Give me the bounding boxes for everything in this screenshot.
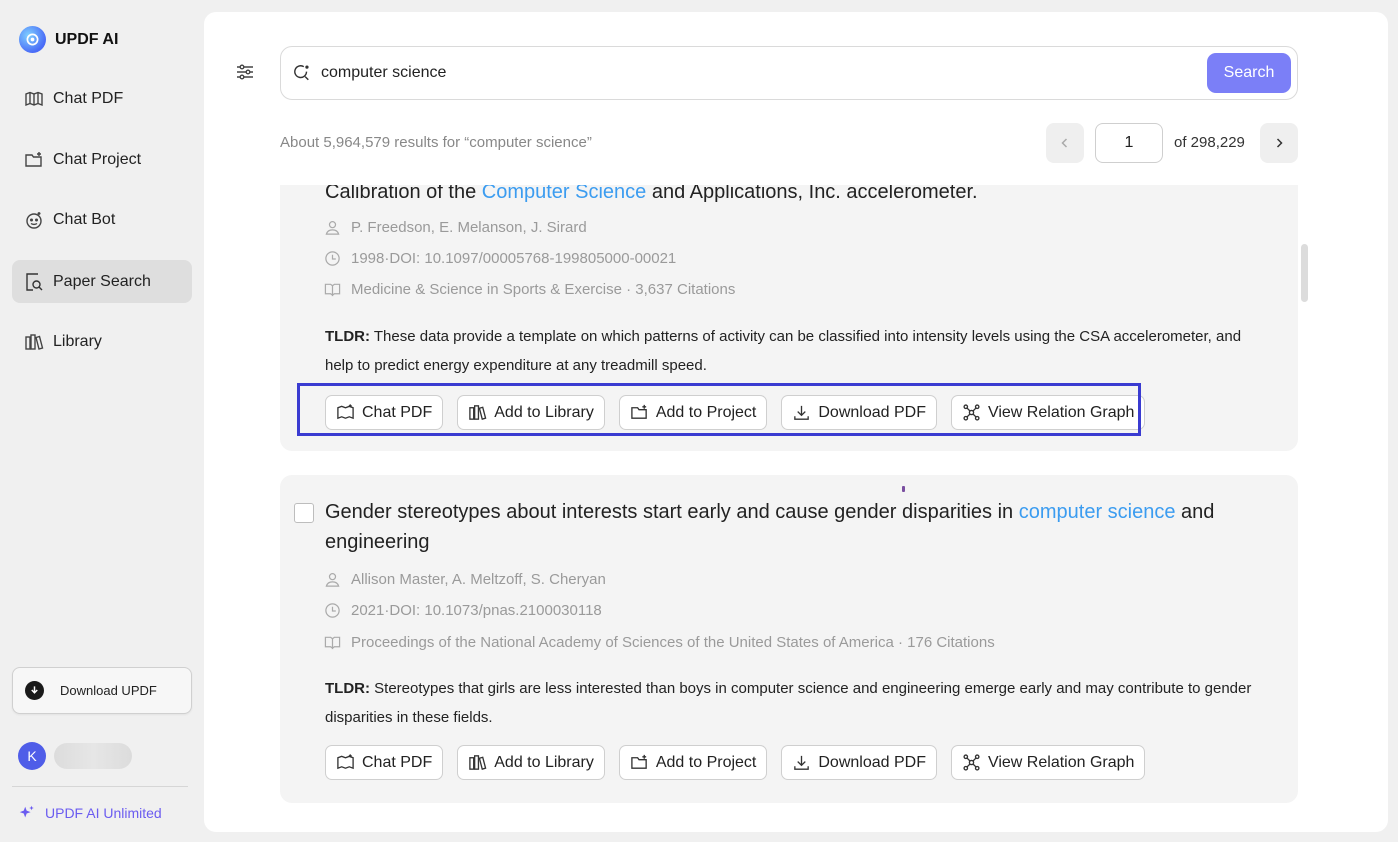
prev-page-button[interactable] bbox=[1046, 123, 1084, 163]
title-text: and Applications, Inc. accelerometer. bbox=[646, 185, 978, 203]
paper-actions: Chat PDF Add to Library Add to Project D… bbox=[325, 745, 1146, 780]
sidebar-item-label: Paper Search bbox=[53, 272, 151, 290]
paper-venue: Medicine & Science in Sports & Exercise … bbox=[324, 281, 735, 298]
download-icon bbox=[25, 681, 44, 700]
button-label: Download PDF bbox=[818, 753, 926, 771]
sidebar-item-label: Chat PDF bbox=[53, 89, 124, 107]
page-number-input[interactable] bbox=[1095, 123, 1163, 163]
results-list[interactable]: Calibration of the Computer Science and … bbox=[204, 185, 1388, 832]
search-icon bbox=[294, 65, 309, 81]
book-open-icon bbox=[337, 754, 354, 770]
button-label: View Relation Graph bbox=[987, 753, 1135, 771]
button-label: Chat PDF bbox=[362, 753, 433, 771]
results-summary: About 5,964,579 results for “computer sc… bbox=[280, 134, 592, 151]
app-name: UPDF AI bbox=[55, 30, 119, 48]
doi-text: 2021·DOI: 10.1073/pnas.2100030118 bbox=[351, 602, 602, 619]
paper-card: Gender stereotypes about interests start… bbox=[280, 475, 1298, 803]
sidebar-item-chat-pdf[interactable]: Chat PDF bbox=[12, 77, 192, 120]
button-label: Add to Library bbox=[494, 753, 594, 771]
divider bbox=[12, 786, 188, 787]
tldr-text: These data provide a template on which p… bbox=[325, 328, 1242, 374]
chevron-left-icon bbox=[1061, 138, 1068, 148]
paper-authors: Allison Master, A. Meltzoff, S. Cheryan bbox=[324, 571, 606, 588]
library-icon bbox=[25, 333, 44, 350]
venue-text: Proceedings of the National Academy of S… bbox=[351, 634, 995, 651]
search-input[interactable] bbox=[321, 64, 1191, 82]
tldr-label: TLDR: bbox=[325, 680, 370, 697]
chevron-right-icon bbox=[1276, 138, 1283, 148]
paper-venue: Proceedings of the National Academy of S… bbox=[324, 634, 995, 651]
book-open-icon bbox=[25, 91, 43, 106]
person-icon bbox=[325, 221, 340, 235]
sidebar-item-chat-project[interactable]: Chat Project bbox=[12, 138, 192, 181]
sidebar-item-library[interactable]: Library bbox=[12, 320, 192, 363]
download-icon bbox=[794, 755, 810, 770]
download-pdf-button[interactable]: Download PDF bbox=[781, 745, 937, 780]
sidebar-item-paper-search[interactable]: Paper Search bbox=[12, 260, 192, 303]
tldr-text: Stereotypes that girls are less interest… bbox=[325, 680, 1252, 726]
user-profile[interactable]: K bbox=[18, 742, 132, 770]
download-updf-button[interactable]: Download UPDF bbox=[12, 667, 192, 714]
scrollbar-thumb[interactable] bbox=[1301, 244, 1308, 302]
chat-pdf-button[interactable]: Chat PDF bbox=[325, 745, 444, 780]
paper-title[interactable]: Gender stereotypes about interests start… bbox=[325, 497, 1235, 557]
paper-title[interactable]: Calibration of the Computer Science and … bbox=[325, 185, 1245, 207]
tldr-label: TLDR: bbox=[325, 328, 370, 345]
paper-date-doi: 1998·DOI: 10.1097/00005768-199805000-000… bbox=[324, 250, 676, 267]
brand[interactable]: UPDF AI bbox=[19, 26, 118, 53]
total-pages: of 298,229 bbox=[1174, 134, 1245, 151]
paper-tldr: TLDR: These data provide a template on w… bbox=[325, 322, 1260, 380]
sidebar-item-label: Chat Project bbox=[53, 150, 142, 168]
title-text: Calibration of the bbox=[325, 185, 482, 203]
doc-search-icon bbox=[26, 272, 43, 291]
filter-settings-icon[interactable] bbox=[235, 62, 255, 82]
bot-icon bbox=[26, 211, 42, 229]
folder-plus-icon bbox=[25, 151, 42, 167]
main-panel: Search About 5,964,579 results for “comp… bbox=[204, 12, 1388, 832]
view-relation-graph-button[interactable]: View Relation Graph bbox=[950, 745, 1146, 780]
next-page-button[interactable] bbox=[1260, 123, 1298, 163]
venue-text: Medicine & Science in Sports & Exercise … bbox=[351, 281, 736, 298]
book-icon bbox=[324, 283, 341, 297]
add-to-library-button[interactable]: Add to Library bbox=[457, 745, 605, 780]
upgrade-label: UPDF AI Unlimited bbox=[45, 805, 162, 821]
search-bar: Search bbox=[280, 46, 1298, 100]
download-label: Download UPDF bbox=[60, 683, 157, 698]
search-button[interactable]: Search bbox=[1207, 53, 1291, 93]
select-paper-checkbox[interactable] bbox=[294, 503, 314, 523]
upgrade-link[interactable]: UPDF AI Unlimited bbox=[18, 804, 162, 822]
paper-date-doi: 2021·DOI: 10.1073/pnas.2100030118 bbox=[324, 602, 602, 619]
highlight-box bbox=[297, 383, 1141, 436]
button-label: Add to Project bbox=[655, 753, 757, 771]
library-icon bbox=[469, 755, 487, 770]
folder-plus-icon bbox=[631, 754, 647, 769]
sidebar: UPDF AI Chat PDF Chat Project Chat Bot P… bbox=[0, 0, 204, 842]
add-to-project-button[interactable]: Add to Project bbox=[618, 745, 768, 780]
updf-logo-icon bbox=[19, 26, 46, 53]
doi-text: 1998·DOI: 10.1097/00005768-199805000-000… bbox=[351, 250, 677, 267]
sidebar-item-label: Library bbox=[53, 332, 102, 350]
avatar: K bbox=[18, 742, 46, 770]
paper-tldr: TLDR: Stereotypes that girls are less in… bbox=[325, 674, 1260, 732]
graph-nodes-icon bbox=[963, 754, 980, 771]
sidebar-item-label: Chat Bot bbox=[53, 210, 116, 228]
authors-text: P. Freedson, E. Melanson, J. Sirard bbox=[351, 219, 587, 236]
book-icon bbox=[324, 636, 341, 650]
authors-text: Allison Master, A. Meltzoff, S. Cheryan bbox=[351, 571, 606, 588]
paper-authors: P. Freedson, E. Melanson, J. Sirard bbox=[324, 219, 587, 236]
title-text: Gender stereotypes about interests start… bbox=[325, 501, 1019, 523]
mouse-cursor bbox=[902, 486, 905, 492]
sparkle-icon bbox=[19, 805, 34, 818]
title-highlight: computer science bbox=[1018, 501, 1176, 523]
sidebar-item-chat-bot[interactable]: Chat Bot bbox=[12, 198, 192, 241]
person-icon bbox=[325, 573, 340, 587]
title-highlight: Computer Science bbox=[481, 185, 647, 203]
clock-icon bbox=[325, 603, 340, 618]
clock-icon bbox=[325, 251, 340, 266]
user-name-redacted bbox=[54, 743, 132, 769]
